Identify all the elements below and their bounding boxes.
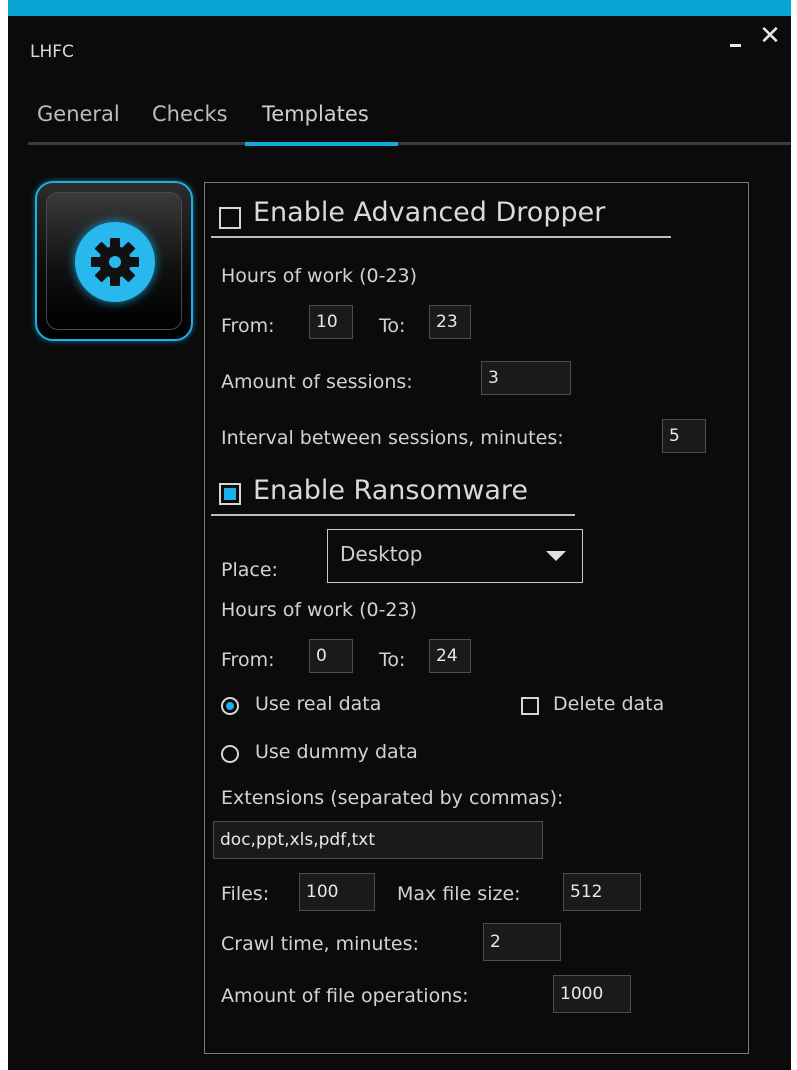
extensions-input[interactable]: doc,ppt,xls,pdf,txt bbox=[213, 821, 543, 859]
files-label: Files: bbox=[221, 883, 270, 905]
tab-bar: General Checks Templates bbox=[28, 96, 791, 146]
window-title: LHFC bbox=[30, 42, 74, 62]
dropper-to-label: To: bbox=[379, 315, 406, 337]
window-accent-bar bbox=[8, 0, 791, 16]
files-input[interactable]: 100 bbox=[299, 873, 375, 911]
app-window: LHFC ✕ General Checks Templates Enable A… bbox=[8, 0, 791, 1070]
tab-checks[interactable]: Checks bbox=[152, 102, 228, 126]
tab-general[interactable]: General bbox=[37, 102, 120, 126]
sessions-input[interactable]: 3 bbox=[481, 361, 571, 395]
ransomware-to-input[interactable]: 24 bbox=[429, 639, 471, 673]
place-label: Place: bbox=[221, 559, 278, 581]
use-real-data-radio[interactable] bbox=[221, 697, 239, 715]
tab-templates[interactable]: Templates bbox=[262, 102, 369, 126]
place-dropdown-value: Desktop bbox=[340, 542, 423, 566]
enable-dropper-checkbox[interactable] bbox=[219, 207, 241, 229]
delete-data-checkbox[interactable] bbox=[521, 697, 539, 715]
use-dummy-data-label: Use dummy data bbox=[255, 741, 418, 763]
max-file-size-input[interactable]: 512 bbox=[563, 873, 641, 911]
ransomware-from-label: From: bbox=[221, 649, 275, 671]
dropper-from-input[interactable]: 10 bbox=[309, 305, 353, 339]
interval-label: Interval between sessions, minutes: bbox=[221, 427, 564, 449]
dropper-title-underline bbox=[211, 236, 671, 238]
minimize-button[interactable] bbox=[726, 28, 746, 52]
use-real-data-label: Use real data bbox=[255, 693, 382, 715]
dropper-from-label: From: bbox=[221, 315, 275, 337]
ransomware-from-input[interactable]: 0 bbox=[309, 639, 353, 673]
chevron-down-icon bbox=[546, 551, 566, 561]
max-file-size-label: Max file size: bbox=[397, 883, 521, 905]
delete-data-label: Delete data bbox=[553, 693, 665, 715]
extensions-label: Extensions (separated by commas): bbox=[221, 787, 564, 809]
place-dropdown[interactable]: Desktop bbox=[327, 529, 583, 583]
ransomware-to-label: To: bbox=[379, 649, 406, 671]
ransomware-hours-label: Hours of work (0-23) bbox=[221, 599, 418, 621]
dropper-to-input[interactable]: 23 bbox=[429, 305, 471, 339]
enable-ransomware-checkbox[interactable] bbox=[219, 483, 241, 505]
interval-input[interactable]: 5 bbox=[662, 419, 706, 453]
gear-button-frame bbox=[46, 192, 182, 330]
crawl-time-input[interactable]: 2 bbox=[483, 923, 561, 961]
ransomware-section-title: Enable Ransomware bbox=[253, 475, 529, 506]
tab-divider bbox=[28, 142, 791, 145]
settings-gear-button[interactable] bbox=[35, 181, 193, 341]
use-dummy-data-radio[interactable] bbox=[221, 745, 239, 763]
close-button[interactable]: ✕ bbox=[758, 22, 782, 50]
crawl-time-label: Crawl time, minutes: bbox=[221, 933, 419, 955]
active-tab-indicator bbox=[245, 142, 398, 146]
dropper-section-title: Enable Advanced Dropper bbox=[253, 197, 606, 228]
file-operations-input[interactable]: 1000 bbox=[553, 975, 631, 1013]
dropper-hours-label: Hours of work (0-23) bbox=[221, 265, 418, 287]
sessions-label: Amount of sessions: bbox=[221, 371, 413, 393]
gear-icon bbox=[75, 222, 155, 302]
file-operations-label: Amount of file operations: bbox=[221, 985, 469, 1007]
ransomware-title-underline bbox=[211, 514, 575, 516]
templates-panel: Enable Advanced Dropper Hours of work (0… bbox=[204, 182, 749, 1054]
